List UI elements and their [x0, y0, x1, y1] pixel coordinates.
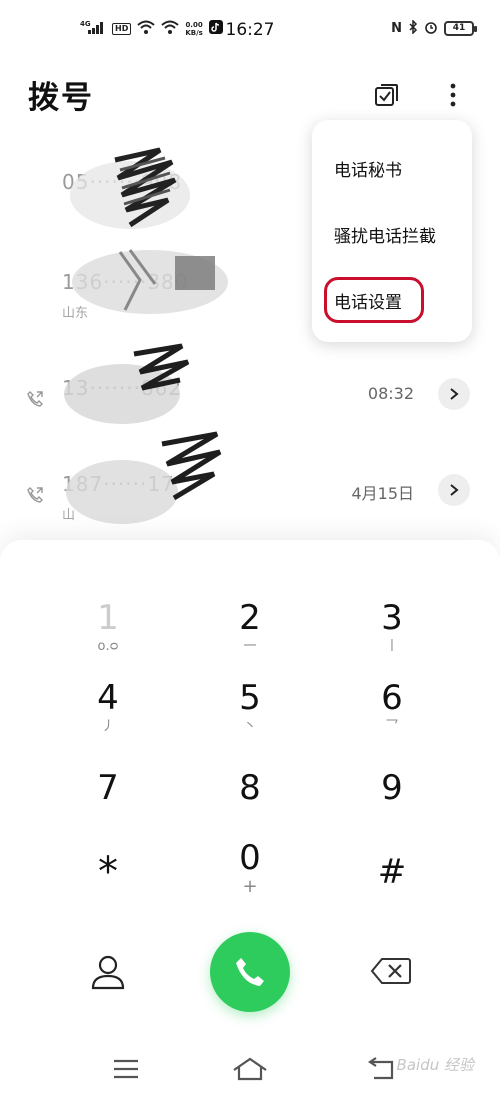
key-digit: 3: [381, 598, 403, 638]
chevron-right-icon: [450, 388, 459, 400]
key-digit: 9: [381, 768, 403, 808]
key-digit: 5: [239, 678, 261, 718]
key-sub: ᴏ.ᴑ: [97, 639, 119, 654]
key-digit: 1: [97, 598, 119, 638]
bluetooth-icon: [408, 19, 418, 37]
call-number: 187······17: [62, 472, 175, 496]
key-sub: 丶: [243, 719, 257, 734]
phone-icon: [236, 958, 264, 986]
key-sub: 丿: [101, 719, 115, 734]
call-detail-button[interactable]: [438, 378, 470, 410]
nfc-icon: N: [391, 21, 402, 36]
call-log-row[interactable]: 13·······862 08:32: [0, 356, 500, 446]
alarm-icon: [424, 20, 438, 37]
key-2[interactable]: 2一: [185, 598, 315, 672]
call-log-row[interactable]: 187······17 山 4月15日: [0, 452, 500, 542]
dialpad: 1 ᴏ.ᴑ 2一 3丨 4丿 5丶 6乛 7 8 9 * 0 + #: [0, 540, 500, 1100]
call-location: 山东: [62, 306, 89, 321]
key-1[interactable]: 1 ᴏ.ᴑ: [43, 598, 173, 672]
multi-select-icon: [375, 84, 398, 106]
key-5[interactable]: 5丶: [185, 678, 315, 752]
menu-item-phone-secretary[interactable]: 电话秘书: [334, 156, 402, 181]
key-digit: 4: [97, 678, 119, 718]
key-digit: 7: [97, 768, 119, 808]
status-right: N 41: [391, 19, 477, 37]
key-4[interactable]: 4丿: [43, 678, 173, 752]
call-time: 4月15日: [351, 484, 414, 503]
key-6[interactable]: 6乛: [327, 678, 457, 752]
key-sub: 一: [243, 639, 257, 654]
key-3[interactable]: 3丨: [327, 598, 457, 672]
contacts-icon[interactable]: [88, 952, 128, 992]
call-time: 08:32: [367, 384, 414, 403]
key-star[interactable]: *: [43, 852, 173, 926]
key-digit: #: [377, 852, 407, 892]
call-number: 13·······862: [62, 376, 183, 400]
home-icon[interactable]: [230, 1054, 270, 1084]
key-9[interactable]: 9: [327, 768, 457, 842]
key-digit: 2: [239, 598, 261, 638]
key-7[interactable]: 7: [43, 768, 173, 842]
call-location: 山: [62, 508, 76, 523]
watermark: Baidu 经验: [396, 1056, 474, 1074]
key-digit: 8: [239, 768, 261, 808]
key-sub: 丨: [385, 639, 399, 654]
call-button[interactable]: [210, 932, 290, 1012]
more-vertical-icon: [450, 83, 456, 107]
key-digit: 0: [239, 838, 261, 878]
more-options-button[interactable]: [436, 78, 470, 112]
key-8[interactable]: 8: [185, 768, 315, 842]
key-sub: +: [242, 876, 258, 897]
outgoing-call-icon: [27, 391, 43, 407]
page-title: 拨号: [28, 80, 94, 116]
key-sub: 乛: [385, 719, 399, 734]
key-digit: *: [98, 849, 118, 895]
key-hash[interactable]: #: [327, 852, 457, 926]
key-digit: 6: [381, 678, 403, 718]
chevron-right-icon: [450, 484, 459, 496]
battery-icon: 41: [444, 21, 477, 36]
menu-item-spam-block[interactable]: 骚扰电话拦截: [334, 222, 436, 247]
multi-select-button[interactable]: [370, 78, 404, 112]
highlight-ring: [324, 277, 424, 323]
call-number: 136······380: [62, 270, 189, 294]
outgoing-call-icon: [27, 487, 43, 503]
menu-icon[interactable]: [106, 1054, 146, 1084]
call-number: 05·······998: [62, 170, 183, 194]
status-bar: 4G HD 0.00 KB/s 16:27 N 41: [0, 0, 500, 60]
backspace-icon[interactable]: [370, 956, 412, 986]
key-0[interactable]: 0 +: [185, 838, 315, 912]
call-detail-button[interactable]: [438, 474, 470, 506]
